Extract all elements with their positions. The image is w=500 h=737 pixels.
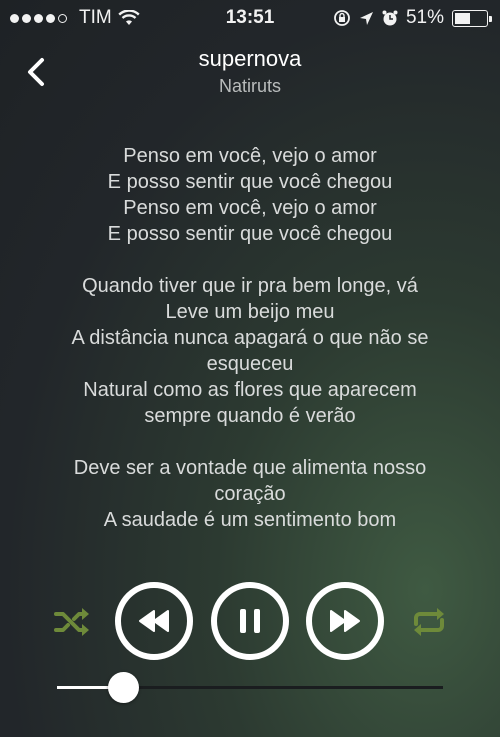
rotation-lock-icon — [334, 10, 350, 26]
lyrics-stanza: Quando tiver que ir pra bem longe, vá Le… — [30, 273, 470, 429]
lyric-line: Natural como as flores que aparecem — [83, 379, 417, 401]
repeat-icon — [414, 608, 444, 636]
pause-icon — [240, 609, 260, 633]
lyrics-stanza: Deve ser a vontade que alimenta nosso co… — [30, 455, 470, 533]
battery-fill — [455, 12, 471, 24]
lyric-line: sempre quando é verão — [144, 405, 356, 427]
battery-icon — [452, 9, 492, 27]
battery-percent: 51% — [405, 7, 444, 28]
song-title: supernova — [198, 46, 302, 71]
lyric-line: Penso em você, vejo o amor — [123, 197, 377, 219]
location-arrow-icon — [359, 11, 373, 25]
lyric-line: Penso em você, vejo o amor — [123, 145, 377, 167]
lyric-line: E posso sentir que você chegou — [107, 171, 393, 193]
progress-track[interactable] — [57, 672, 443, 703]
lyric-line: A distância nunca apagará o que não se — [71, 327, 429, 349]
pause-button[interactable] — [211, 582, 289, 660]
alarm-icon — [382, 10, 398, 25]
lyric-line: Quando tiver que ir pra bem longe, vá — [82, 275, 418, 297]
lyric-line: Deve ser a vontade que alimenta nosso — [73, 457, 427, 479]
fast-forward-button[interactable] — [306, 582, 384, 660]
status-right: 51% — [333, 7, 492, 29]
lyric-line: coração — [214, 483, 286, 505]
progress-thumb[interactable] — [107, 672, 139, 703]
status-bar: TIM 13:51 51% — [0, 0, 500, 36]
lyric-line: A saudade é um sentimento bom — [103, 509, 397, 531]
shuffle-icon — [54, 608, 89, 636]
rewind-icon — [139, 610, 169, 632]
now-playing-header: supernova Natiruts — [0, 46, 500, 97]
lyrics-stanza: Penso em você, vejo o amor E posso senti… — [30, 143, 470, 247]
lyric-line: Leve um beijo meu — [165, 301, 335, 323]
artist-name: Natiruts — [218, 76, 281, 96]
shuffle-button[interactable] — [53, 604, 91, 640]
repeat-button[interactable] — [410, 604, 448, 640]
lyric-line: esqueceu — [206, 353, 294, 375]
rewind-button[interactable] — [115, 582, 193, 660]
lyrics-panel: Penso em você, vejo o amor E posso senti… — [30, 143, 470, 559]
playback-controls — [0, 582, 500, 662]
fast-forward-icon — [330, 610, 360, 632]
lyric-line: E posso sentir que você chegou — [107, 223, 393, 245]
